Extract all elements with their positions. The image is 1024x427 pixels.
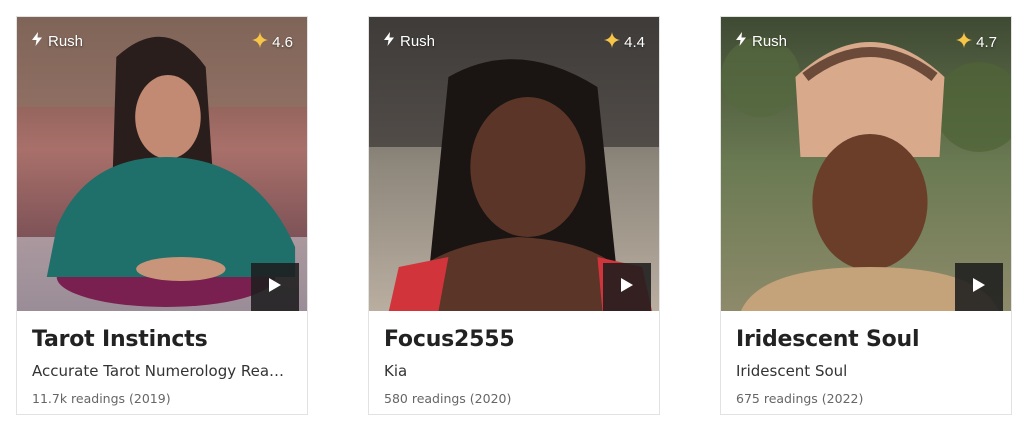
lightning-icon	[383, 32, 395, 50]
rush-label: Rush	[400, 32, 436, 50]
advisor-photo[interactable]: Rush 4.6	[17, 17, 307, 311]
rating-value: 4.7	[976, 33, 997, 51]
advisor-grid: Rush 4.6 Tarot Instincts Accurate Tarot …	[0, 0, 1024, 427]
advisor-photo[interactable]: Rush 4.4	[369, 17, 659, 311]
advisor-tagline: Iridescent Soul	[736, 362, 848, 380]
rush-badge: Rush	[735, 32, 787, 50]
advisor-tagline: Accurate Tarot Numerology Readi...	[32, 362, 293, 380]
advisor-name[interactable]: Iridescent Soul	[736, 327, 997, 352]
advisor-card[interactable]: Rush 4.7 Iridescent Soul Iridescent Soul…	[720, 16, 1012, 415]
advisor-tagline: Kia	[384, 362, 408, 380]
advisor-readings: 11.7k readings (2019)	[32, 391, 171, 406]
rush-label: Rush	[752, 32, 788, 50]
advisor-info: Tarot Instincts Accurate Tarot Numerolog…	[17, 311, 307, 406]
advisor-name[interactable]: Focus2555	[384, 327, 645, 352]
rush-label: Rush	[48, 32, 84, 50]
rush-badge: Rush	[31, 32, 83, 50]
rating: 4.4	[604, 32, 645, 52]
advisor-readings: 675 readings (2022)	[736, 391, 864, 406]
play-icon	[972, 277, 986, 298]
sparkle-icon	[252, 32, 269, 52]
advisor-readings: 580 readings (2020)	[384, 391, 512, 406]
play-icon	[620, 277, 634, 298]
rating: 4.6	[252, 32, 293, 52]
play-video-button[interactable]	[603, 263, 651, 311]
lightning-icon	[31, 32, 43, 50]
rush-badge: Rush	[383, 32, 435, 50]
sparkle-icon	[956, 32, 973, 52]
advisor-card[interactable]: Rush 4.6 Tarot Instincts Accurate Tarot …	[16, 16, 308, 415]
play-video-button[interactable]	[251, 263, 299, 311]
rating: 4.7	[956, 32, 997, 52]
advisor-info: Focus2555 Kia 580 readings (2020)	[369, 311, 659, 406]
play-icon	[268, 277, 282, 298]
sparkle-icon	[604, 32, 621, 52]
advisor-name[interactable]: Tarot Instincts	[32, 327, 293, 352]
advisor-info: Iridescent Soul Iridescent Soul 675 read…	[721, 311, 1011, 406]
rating-value: 4.6	[272, 33, 293, 51]
rating-value: 4.4	[624, 33, 645, 51]
advisor-card[interactable]: Rush 4.4 Focus2555 Kia 580 readings (202…	[368, 16, 660, 415]
play-video-button[interactable]	[955, 263, 1003, 311]
advisor-photo[interactable]: Rush 4.7	[721, 17, 1011, 311]
lightning-icon	[735, 32, 747, 50]
